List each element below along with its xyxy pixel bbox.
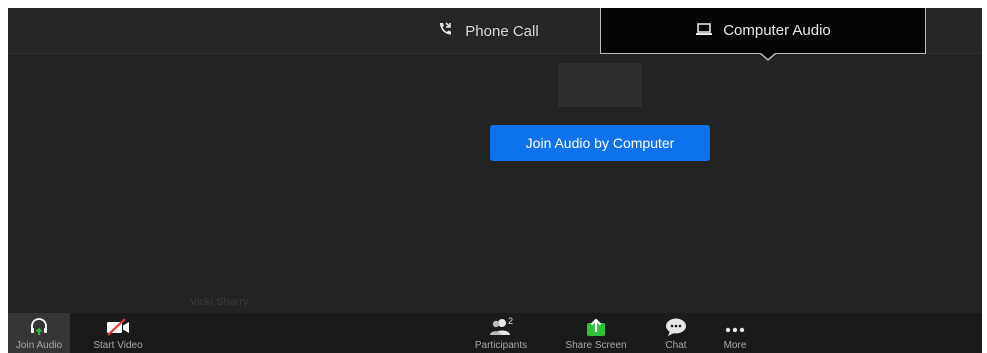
headphones-icon — [29, 313, 49, 337]
share-screen-icon — [585, 313, 607, 337]
more-button[interactable]: More — [718, 313, 752, 353]
chat-icon — [664, 313, 688, 337]
chat-label: Chat — [665, 340, 687, 351]
join-audio-by-computer-button[interactable]: Join Audio by Computer — [490, 125, 710, 161]
start-video-button[interactable]: Start Video — [88, 313, 148, 353]
video-off-icon — [105, 313, 131, 337]
join-audio-button[interactable]: Join Audio — [8, 313, 70, 353]
laptop-icon — [695, 22, 723, 40]
audio-options-bar: Phone Call Computer Audio — [8, 8, 982, 54]
selected-tab-pointer — [760, 52, 776, 59]
participant-name-label: Vicki Sharry — [190, 296, 249, 308]
participants-label: Participants — [474, 340, 528, 351]
start-video-label: Start Video — [93, 340, 143, 351]
share-screen-button[interactable]: Share Screen — [560, 313, 632, 353]
tab-computer-audio-label: Computer Audio — [723, 22, 831, 39]
tab-phone-call[interactable]: Phone Call — [378, 8, 598, 54]
meeting-toolbar: Join Audio Start Video 2 Participants Sh… — [8, 313, 982, 353]
phone-icon — [437, 21, 465, 41]
more-icon — [723, 313, 747, 337]
share-screen-label: Share Screen — [565, 340, 627, 351]
participants-count: 2 — [508, 316, 514, 326]
meeting-window: Phone Call Computer Audio Join Audio by … — [8, 8, 982, 353]
tab-phone-call-label: Phone Call — [465, 22, 539, 40]
chat-button[interactable]: Chat — [658, 313, 694, 353]
join-audio-label: Join Audio — [15, 340, 63, 351]
participants-button[interactable]: 2 Participants — [468, 313, 534, 353]
tab-computer-audio[interactable]: Computer Audio — [600, 8, 926, 54]
video-thumbnail — [558, 63, 642, 107]
more-label: More — [723, 340, 747, 351]
